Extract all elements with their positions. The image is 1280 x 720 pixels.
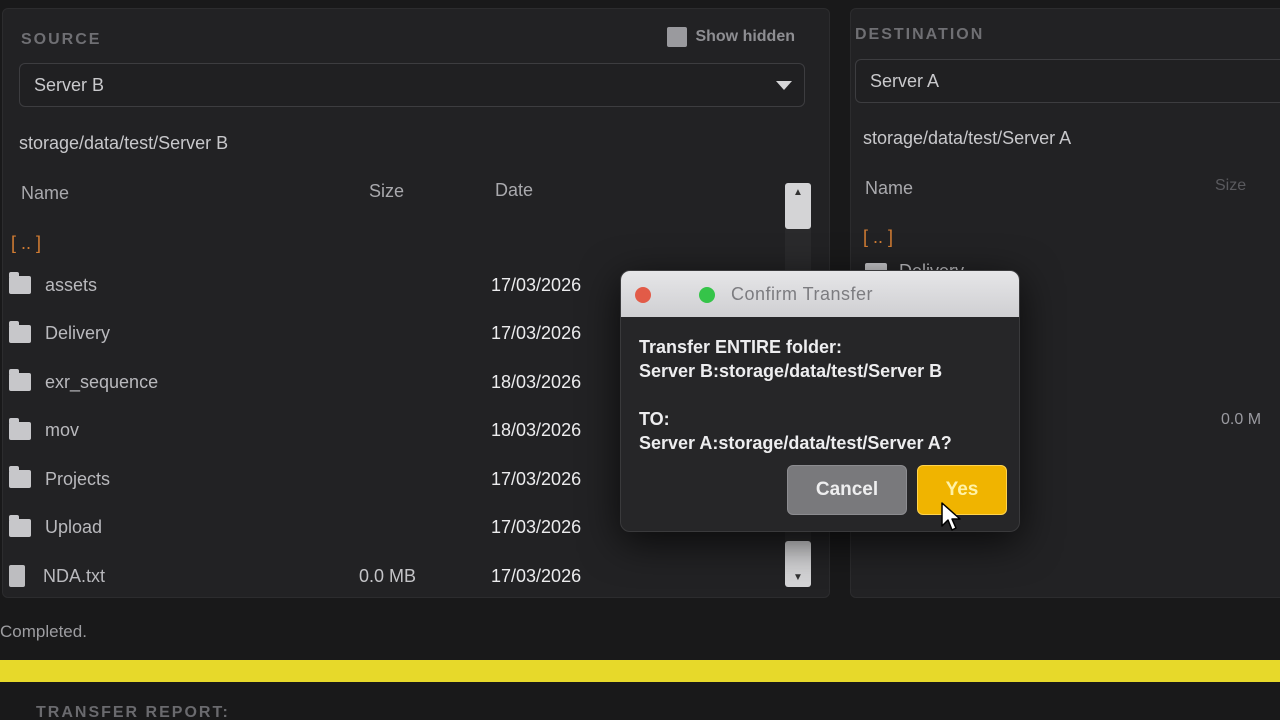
file-size: 0.0 MB <box>359 565 417 586</box>
confirm-transfer-dialog: Confirm Transfer Transfer ENTIRE folder:… <box>620 270 1020 532</box>
progress-bar <box>0 660 1280 682</box>
folder-icon <box>9 466 31 489</box>
column-header-size[interactable]: Size <box>1215 177 1246 195</box>
dialog-title-bar: Confirm Transfer <box>621 271 1019 317</box>
file-date: 17/03/2026 <box>491 323 582 344</box>
file-name: Upload <box>45 517 103 538</box>
column-header-name[interactable]: Name <box>21 183 69 204</box>
folder-icon <box>9 369 31 392</box>
dialog-line: Server B:storage/data/test/Server B <box>639 361 943 381</box>
folder-icon <box>9 417 31 440</box>
source-label: SOURCE <box>21 31 102 48</box>
source-server-value: Server B <box>34 74 105 95</box>
destination-server-select[interactable]: Server A <box>855 59 1280 103</box>
file-date: 17/03/2026 <box>491 517 582 538</box>
folder-icon <box>9 320 31 343</box>
list-item[interactable]: NDA.txt 0.0 MB 17/03/2026 <box>9 552 779 601</box>
file-name: exr_sequence <box>45 371 159 392</box>
file-date: 18/03/2026 <box>491 420 582 441</box>
file-name: mov <box>45 420 80 441</box>
file-name: Projects <box>45 468 111 489</box>
show-hidden-toggle[interactable]: Show hidden <box>667 27 795 47</box>
file-date: 17/03/2026 <box>491 565 582 586</box>
transfer-report-label: TRANSFER REPORT: <box>36 704 230 720</box>
dialog-actions: Cancel Yes <box>787 465 1007 515</box>
dialog-line: TO: <box>639 409 670 429</box>
column-header-name[interactable]: Name <box>865 178 913 199</box>
column-header-date[interactable]: Date <box>495 180 533 201</box>
cancel-button[interactable]: Cancel <box>787 465 907 515</box>
parent-directory-link[interactable]: [ .. ] <box>863 227 893 248</box>
dialog-title: Confirm Transfer <box>731 284 874 304</box>
parent-directory-link[interactable]: [ .. ] <box>11 233 41 254</box>
column-header-size[interactable]: Size <box>369 181 404 202</box>
yes-button[interactable]: Yes <box>917 465 1007 515</box>
file-size: 0.0 M <box>1221 411 1262 428</box>
zoom-window-button[interactable] <box>699 287 715 303</box>
file-date: 17/03/2026 <box>491 274 582 295</box>
destination-label: DESTINATION <box>855 26 985 43</box>
file-name: assets <box>45 274 98 295</box>
file-date: 18/03/2026 <box>491 371 582 392</box>
show-hidden-label: Show hidden <box>695 28 795 45</box>
show-hidden-checkbox[interactable] <box>667 27 688 47</box>
destination-server-value: Server A <box>870 70 940 91</box>
source-path: storage/data/test/Server B <box>19 133 229 153</box>
dialog-line: Transfer ENTIRE folder: <box>639 337 843 357</box>
file-date: 17/03/2026 <box>491 468 582 489</box>
dialog-message: Transfer ENTIRE folder: Server B:storage… <box>621 317 1019 455</box>
folder-icon <box>9 514 31 537</box>
destination-path: storage/data/test/Server A <box>863 128 1072 148</box>
screen: SOURCE Show hidden Server B storage/data… <box>0 0 1280 720</box>
mouse-cursor-icon <box>941 502 961 531</box>
file-icon <box>9 565 25 588</box>
progress-fill <box>0 660 1280 682</box>
dialog-line: Server A:storage/data/test/Server A? <box>639 433 952 453</box>
folder-icon <box>9 272 31 295</box>
file-name: NDA.txt <box>43 565 106 586</box>
chevron-down-icon <box>776 81 792 90</box>
scroll-down-button[interactable]: ▼ <box>785 541 811 587</box>
status-text: Completed. <box>0 622 87 641</box>
source-server-select[interactable]: Server B <box>19 63 805 107</box>
close-window-button[interactable] <box>635 287 651 303</box>
file-name: Delivery <box>45 323 111 344</box>
scroll-up-button[interactable]: ▲ <box>785 183 811 229</box>
